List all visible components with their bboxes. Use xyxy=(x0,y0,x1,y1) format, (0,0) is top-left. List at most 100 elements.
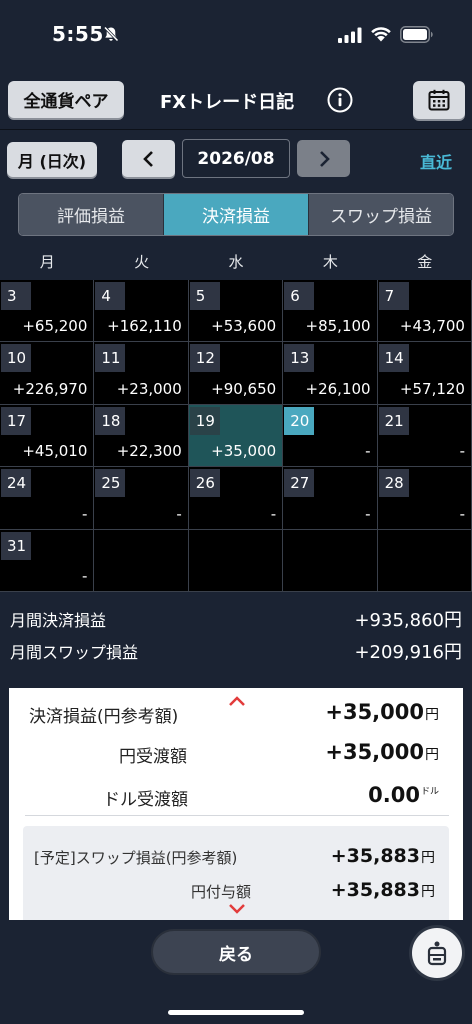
day-number: 11 xyxy=(95,344,126,373)
day-number: 12 xyxy=(189,344,220,373)
calendar-day-cell[interactable]: 28 - xyxy=(377,467,472,530)
chevron-down-icon[interactable] xyxy=(227,903,247,915)
calendar-grid: 3 +65,200 4 +162,110 5 +53,600 6 +85,100 7 +43,70… xyxy=(0,280,472,592)
currency-pair-button[interactable]: 全通貨ペア xyxy=(8,81,124,118)
dollar-delivery-label: ドル受渡額 xyxy=(103,790,188,810)
calendar-day-cell[interactable]: 3 +65,200 xyxy=(0,280,95,343)
battery-icon xyxy=(400,26,433,43)
calendar-day-cell[interactable]: 21 - xyxy=(377,404,472,468)
day-number: 6 xyxy=(284,282,315,310)
calendar-day-cell[interactable]: 5 +53,600 xyxy=(188,280,284,343)
home-indicator xyxy=(168,1010,304,1015)
day-pnl-value: +53,600 xyxy=(211,317,277,336)
assistant-icon xyxy=(427,941,447,966)
chevron-right-icon xyxy=(319,150,330,167)
day-pnl-value: - xyxy=(459,504,465,523)
day-number: 7 xyxy=(378,282,409,310)
day-number: 31 xyxy=(1,531,31,560)
yen-grant-amount: +35,883円 xyxy=(330,879,435,901)
settled-ref-amount: +35,000円 xyxy=(325,700,439,724)
day-pnl-value: +23,000 xyxy=(116,379,182,398)
calendar-day-cell[interactable]: 7 +43,700 xyxy=(377,280,472,343)
yen-delivery-label: 円受渡額 xyxy=(119,747,187,767)
day-number: 25 xyxy=(95,469,126,498)
pnl-type-tabs: 評価損益 決済損益 スワップ損益 xyxy=(18,193,454,236)
day-pnl-value: - xyxy=(365,442,371,461)
back-button[interactable]: 戻る xyxy=(151,929,321,975)
ai-assistant-button[interactable] xyxy=(412,928,462,978)
weekday-label: 金 xyxy=(417,253,433,271)
calendar-day-cell[interactable]: 13 +26,100 xyxy=(283,342,378,405)
calendar-day-cell[interactable]: 24 - xyxy=(0,467,95,530)
next-month-button[interactable] xyxy=(297,140,350,177)
day-pnl-value: +45,010 xyxy=(22,442,88,461)
monthly-swap-label: 月間スワップ損益 xyxy=(10,643,139,662)
calendar-day-cell[interactable]: 6 +85,100 xyxy=(283,280,378,343)
page-title: FXトレード日記 xyxy=(160,92,295,113)
wifi-icon xyxy=(371,27,391,42)
weekday-label: 水 xyxy=(228,253,244,271)
current-period[interactable]: 2026/08 xyxy=(182,139,290,178)
calendar-day-cell xyxy=(94,529,189,592)
day-pnl-value: - xyxy=(459,442,465,461)
calendar-day-cell xyxy=(283,529,378,592)
weekday-label: 月 xyxy=(39,253,55,271)
calendar-day-cell[interactable]: 17 +45,010 xyxy=(0,404,95,468)
previous-month-button[interactable] xyxy=(122,140,175,177)
day-number: 14 xyxy=(378,344,409,373)
cellular-signal-icon xyxy=(338,27,362,43)
calendar-day-cell[interactable]: 26 - xyxy=(188,467,284,530)
calendar-day-cell[interactable]: 11 +23,000 xyxy=(94,342,189,405)
calendar-day-cell[interactable]: 4 +162,110 xyxy=(94,280,189,343)
calendar-icon xyxy=(428,89,450,111)
tab-2[interactable]: スワップ損益 xyxy=(309,194,453,235)
calendar-day-cell[interactable]: 12 +90,650 xyxy=(188,342,284,405)
day-number: 24 xyxy=(1,469,31,498)
day-pnl-value: - xyxy=(176,504,182,523)
day-number: 19 xyxy=(189,406,220,435)
swap-ref-label: [予定]スワップ損益(円参考額) xyxy=(34,849,238,867)
info-icon[interactable] xyxy=(327,87,353,113)
monthly-swap-row: 月間スワップ損益 +209,916円 xyxy=(10,636,462,666)
day-pnl-value: - xyxy=(81,504,88,523)
calendar-day-cell xyxy=(377,529,472,592)
day-number: 27 xyxy=(284,469,315,498)
header-divider xyxy=(0,129,472,130)
day-pnl-value: +35,000 xyxy=(211,442,277,461)
calendar-day-cell[interactable]: 18 +22,300 xyxy=(94,404,189,468)
status-time: 5:55 xyxy=(52,22,104,46)
view-mode-button[interactable]: 月 (日次) xyxy=(7,142,97,177)
chevron-left-icon xyxy=(142,150,153,167)
day-pnl-value: +57,120 xyxy=(399,379,465,398)
calendar-day-cell[interactable]: 10 +226,970 xyxy=(0,342,95,405)
calendar-day-cell[interactable]: 19 +35,000 xyxy=(188,404,284,468)
chevron-up-icon[interactable] xyxy=(227,695,247,707)
calendar-day-cell[interactable]: 27 - xyxy=(283,467,378,530)
tab-0[interactable]: 評価損益 xyxy=(19,194,164,235)
yen-grant-label: 円付与額 xyxy=(191,883,252,901)
calendar-day-cell[interactable]: 14 +57,120 xyxy=(377,342,472,405)
status-bar: 5:55 xyxy=(0,0,472,70)
day-detail-panel[interactable]: 決済損益(円参考額) +35,000円 円受渡額 +35,000円 ドル受渡額 … xyxy=(9,688,463,920)
day-number: 20 xyxy=(284,406,315,435)
monthly-settled-row: 月間決済損益 +935,860円 xyxy=(10,604,462,634)
day-pnl-value: +162,110 xyxy=(107,317,182,336)
day-pnl-value: - xyxy=(365,504,371,523)
monthly-settled-label: 月間決済損益 xyxy=(10,611,107,630)
calendar-day-cell[interactable]: 20 - xyxy=(283,404,378,468)
calendar-day-cell[interactable]: 31 - xyxy=(0,529,95,592)
day-number: 4 xyxy=(95,282,126,310)
tab-1[interactable]: 決済損益 xyxy=(164,194,309,235)
calendar-button[interactable] xyxy=(413,81,465,119)
day-number: 10 xyxy=(1,344,31,373)
bottom-bar: 戻る xyxy=(0,920,472,1024)
day-pnl-value: +43,700 xyxy=(399,317,465,336)
day-pnl-value: +22,300 xyxy=(116,442,182,461)
weekday-label: 火 xyxy=(134,253,150,271)
calendar-day-cell[interactable]: 25 - xyxy=(94,467,189,530)
bell-off-icon xyxy=(103,26,119,42)
day-number: 26 xyxy=(189,469,220,498)
recent-link[interactable]: 直近 xyxy=(420,149,452,173)
settled-ref-label: 決済損益(円参考額) xyxy=(29,707,179,727)
day-pnl-value: +226,970 xyxy=(12,379,88,398)
